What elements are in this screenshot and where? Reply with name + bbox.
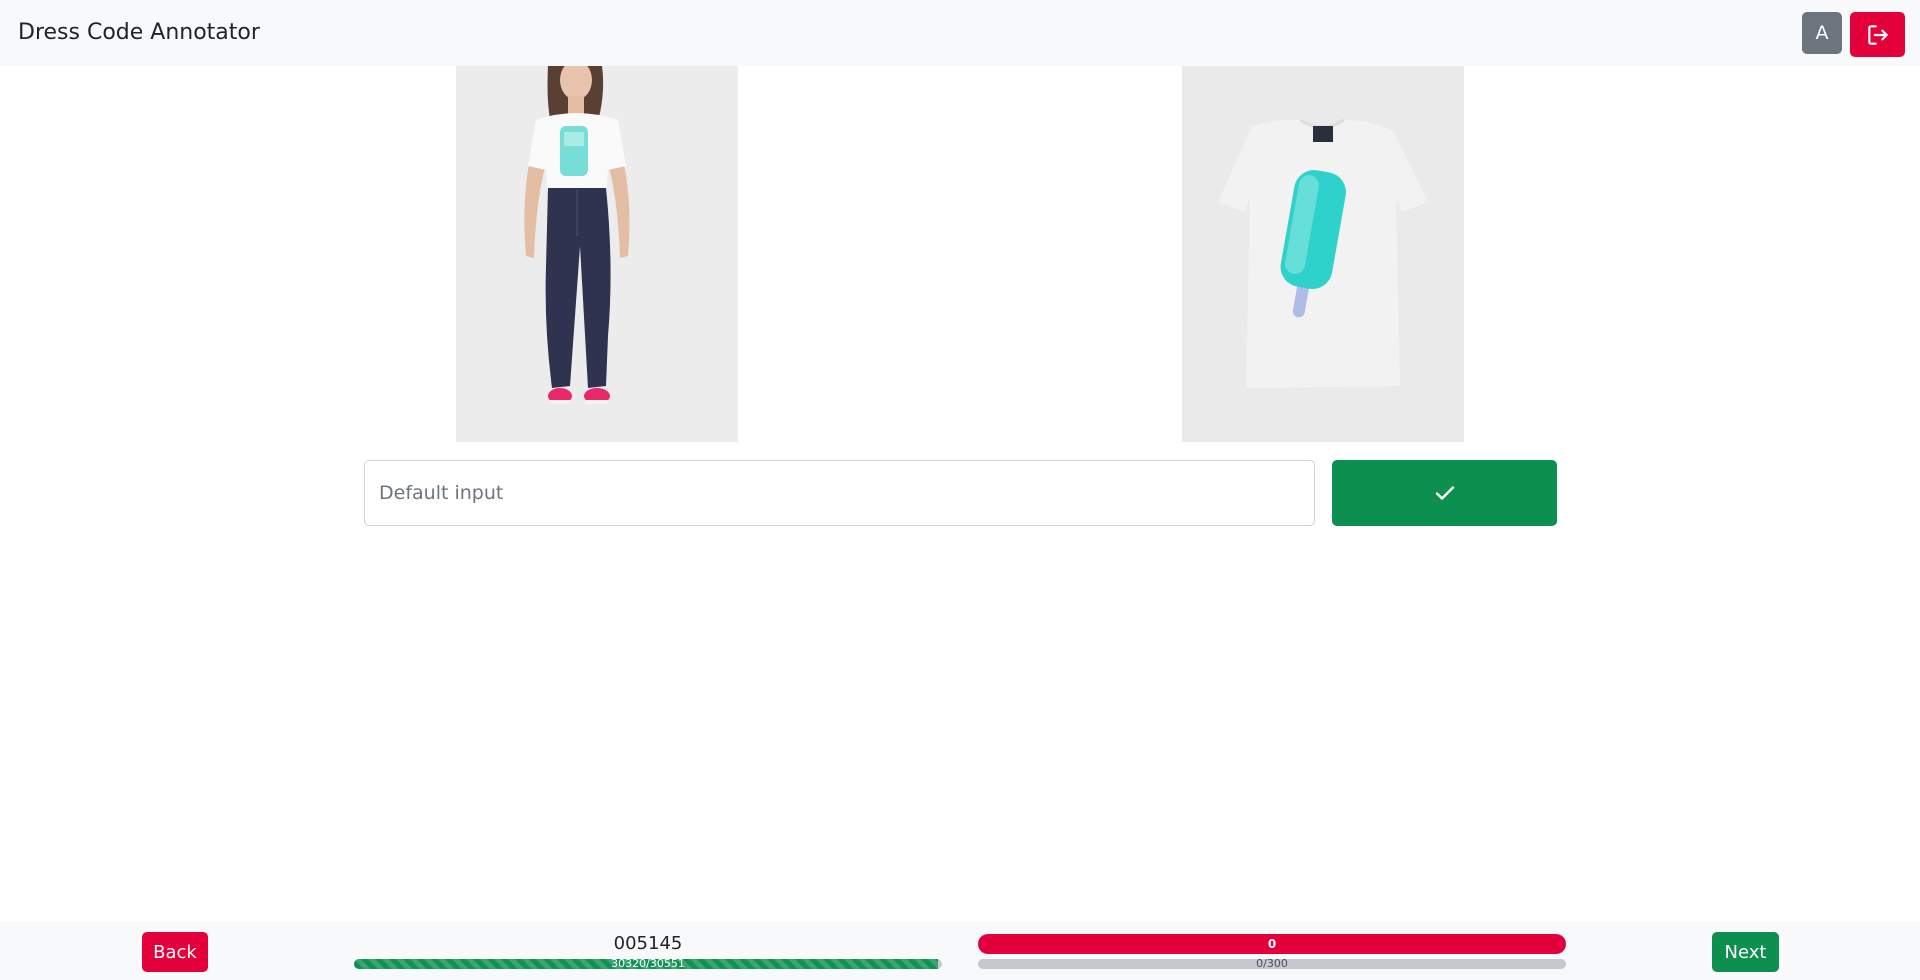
session-progress-label: 0/300 xyxy=(1256,959,1288,969)
annotation-input[interactable] xyxy=(364,460,1315,526)
overall-progress-label: 30320/30551 xyxy=(611,959,685,969)
back-button[interactable]: Back xyxy=(142,932,208,972)
logout-button[interactable] xyxy=(1850,12,1905,57)
user-avatar-button[interactable]: A xyxy=(1802,12,1842,54)
session-progress-bar: 0/300 xyxy=(978,959,1566,969)
logout-icon xyxy=(1867,24,1888,45)
confirm-button[interactable] xyxy=(1332,460,1557,526)
score-bar: 0 xyxy=(978,934,1566,954)
overall-progress-bar: 30320/30551 xyxy=(354,959,942,969)
app-title: Dress Code Annotator xyxy=(18,20,260,45)
footer-bar xyxy=(0,922,1920,980)
model-image xyxy=(456,66,738,442)
item-id: 005145 xyxy=(613,933,683,954)
check-icon xyxy=(1435,486,1454,500)
garment-image xyxy=(1182,66,1464,442)
top-navbar: Dress Code Annotator A xyxy=(0,0,1920,66)
next-button[interactable]: Next xyxy=(1712,932,1779,972)
